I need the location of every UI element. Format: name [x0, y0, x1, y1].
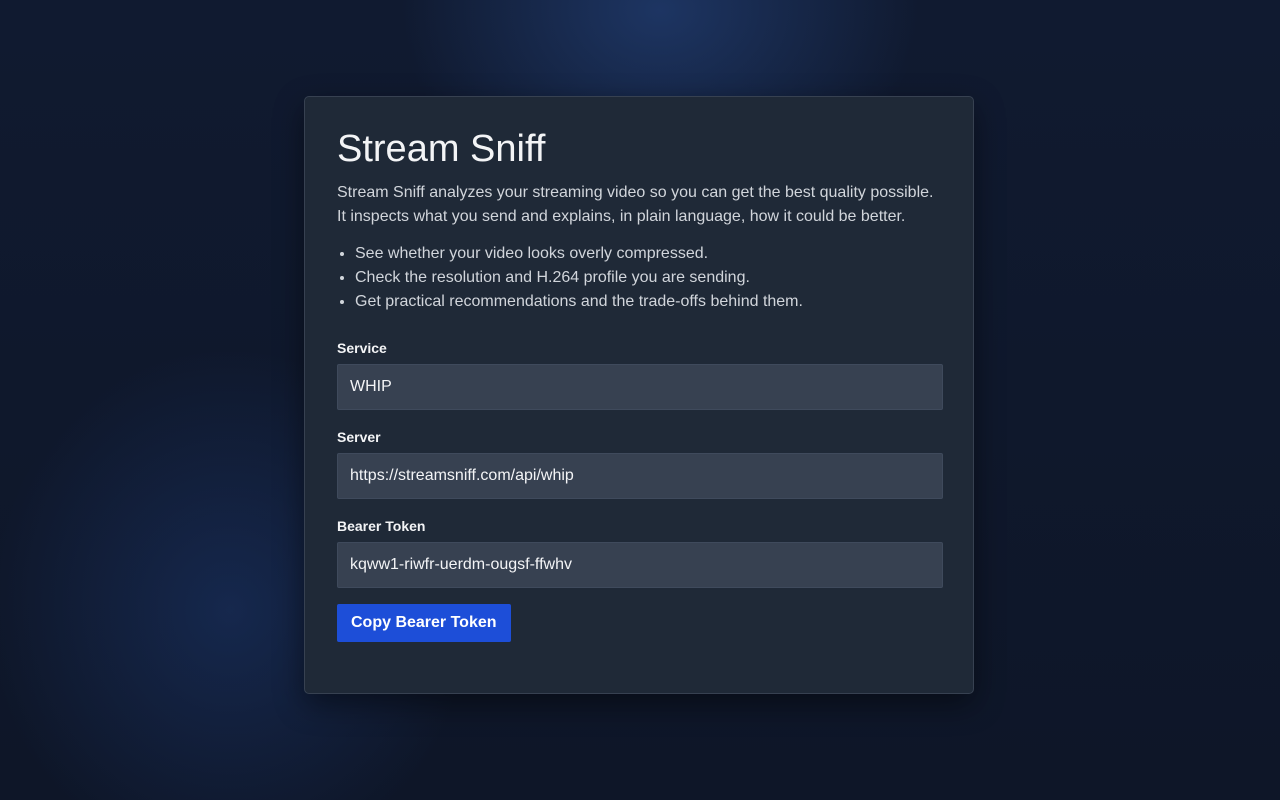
- page-title: Stream Sniff: [337, 128, 546, 170]
- list-item: Check the resolution and H.264 profile y…: [355, 266, 941, 290]
- bearer-token-field-group: Bearer Token kqww1-riwfr-uerdm-ougsf-ffw…: [337, 517, 943, 588]
- server-label: Server: [337, 429, 381, 445]
- service-field[interactable]: WHIP: [337, 364, 943, 410]
- intro-line-2: It inspects what you send and explains, …: [337, 208, 906, 225]
- copy-bearer-token-button[interactable]: Copy Bearer Token: [337, 604, 511, 642]
- list-item: Get practical recommendations and the tr…: [355, 290, 941, 314]
- feature-list: See whether your video looks overly comp…: [337, 242, 941, 314]
- service-field-group: Service WHIP: [337, 339, 943, 410]
- intro-line-1: Stream Sniff analyzes your streaming vid…: [337, 184, 934, 201]
- list-item: See whether your video looks overly comp…: [355, 242, 941, 266]
- server-field[interactable]: https://streamsniff.com/api/whip: [337, 453, 943, 499]
- bearer-token-field[interactable]: kqww1-riwfr-uerdm-ougsf-ffwhv: [337, 542, 943, 588]
- bearer-token-label: Bearer Token: [337, 518, 426, 534]
- main-card: Stream Sniff Stream Sniff analyzes your …: [304, 96, 974, 694]
- intro-text: Stream Sniff analyzes your streaming vid…: [337, 181, 941, 229]
- server-field-group: Server https://streamsniff.com/api/whip: [337, 428, 943, 499]
- service-label: Service: [337, 340, 387, 356]
